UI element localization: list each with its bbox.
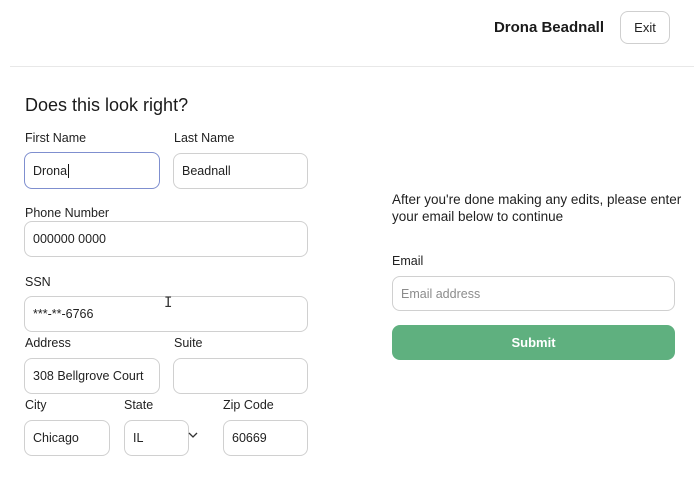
address-value: 308 Bellgrove Court [33, 369, 144, 383]
email-label: Email [392, 254, 424, 268]
address-field[interactable]: 308 Bellgrove Court [24, 358, 160, 394]
phone-field[interactable]: 000000 0000 [24, 221, 308, 257]
last-name-value: Beadnall [182, 164, 231, 178]
address-label: Address [25, 336, 71, 350]
email-placeholder: Email address [401, 286, 481, 301]
suite-field[interactable] [173, 358, 308, 394]
zip-field[interactable]: 60669 [223, 420, 308, 456]
ssn-label: SSN [25, 275, 51, 289]
city-field[interactable]: Chicago [24, 420, 110, 456]
phone-value: 000000 0000 [33, 232, 106, 246]
state-label: State [124, 398, 154, 412]
zip-value: 60669 [232, 431, 267, 445]
text-caret [68, 163, 70, 178]
exit-button[interactable]: Exit [620, 11, 670, 44]
last-name-field[interactable]: Beadnall [173, 153, 308, 189]
header: Drona Beadnall Exit [0, 0, 700, 66]
email-input[interactable]: Email address [392, 276, 675, 311]
first-name-label: First Name [25, 131, 87, 145]
instruction-text: After you're done making any edits, plea… [392, 192, 682, 224]
state-value: IL [133, 431, 144, 445]
header-divider [10, 66, 694, 67]
city-value: Chicago [33, 431, 79, 445]
state-select[interactable]: IL [124, 420, 189, 456]
ssn-value: ***-**-6766 [33, 307, 94, 321]
user-name: Drona Beadnall [493, 19, 604, 36]
page-title: Does this look right? [25, 95, 189, 115]
text-cursor-icon: I [164, 295, 173, 311]
last-name-label: Last Name [174, 131, 235, 145]
first-name-value: Drona [33, 163, 68, 178]
city-label: City [25, 398, 47, 412]
submit-button[interactable]: Submit [392, 325, 675, 360]
zip-label: Zip Code [223, 398, 274, 412]
first-name-field[interactable]: Drona [24, 152, 160, 189]
chevron-down-icon[interactable] [186, 428, 200, 442]
phone-label: Phone Number [25, 206, 110, 220]
suite-label: Suite [174, 336, 203, 350]
